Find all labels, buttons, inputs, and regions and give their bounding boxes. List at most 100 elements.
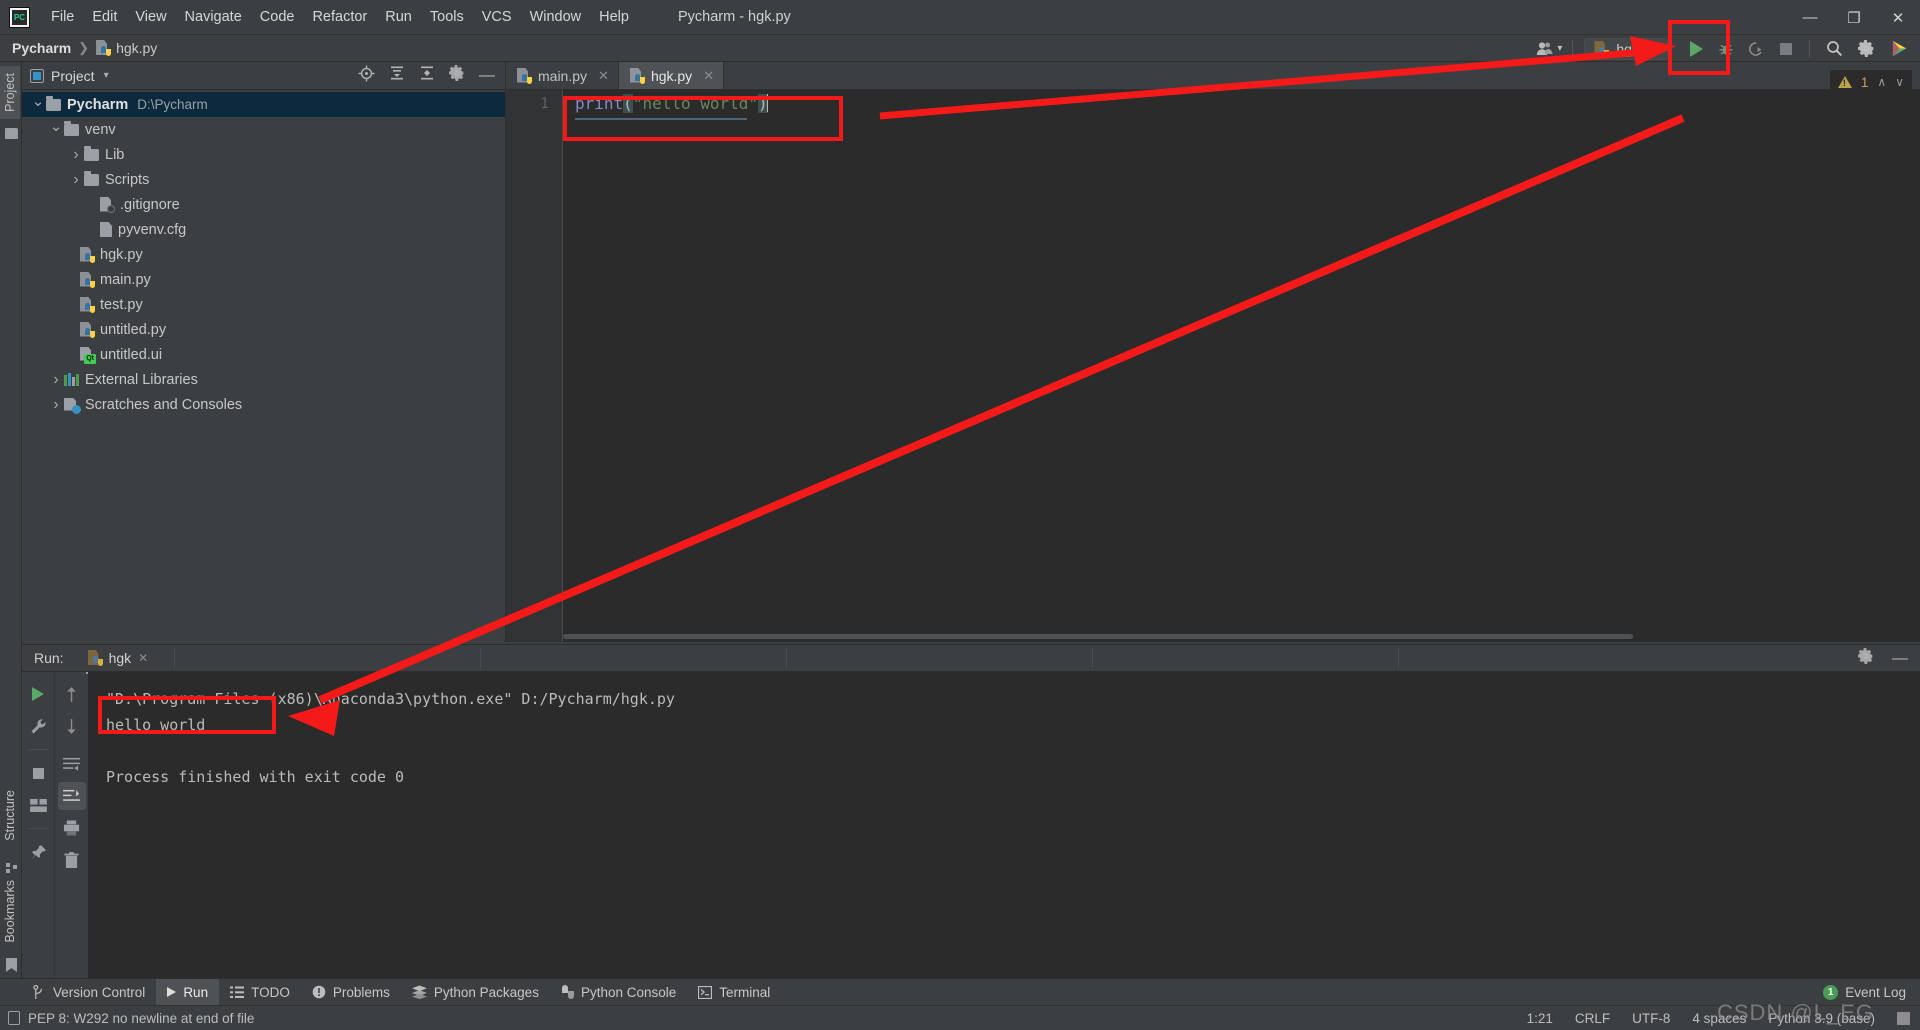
run-button[interactable] <box>1681 40 1711 57</box>
chevron-down-icon[interactable]: ▾ <box>104 70 109 81</box>
previous-problem-icon[interactable]: ∧ <box>1877 75 1886 89</box>
chevron-right-icon[interactable] <box>48 371 64 389</box>
bottom-tab-terminal[interactable]: Terminal <box>687 979 781 1006</box>
breadcrumb-separator: ❯ <box>78 40 90 55</box>
bottom-tab-python-console[interactable]: Python Console <box>550 979 687 1006</box>
chevron-down-icon[interactable] <box>48 121 64 139</box>
sidebar-tab-bookmarks[interactable]: Bookmarks <box>0 873 20 950</box>
menu-item-code[interactable]: Code <box>251 5 304 29</box>
tree-item-untitled-py[interactable]: untitled.py <box>22 317 505 342</box>
project-settings-button[interactable] <box>449 65 465 86</box>
close-icon[interactable]: ✕ <box>138 651 148 665</box>
code-token-open-paren: ( <box>623 94 633 113</box>
hide-panel-button[interactable]: — <box>479 67 495 83</box>
breadcrumb-file[interactable]: hgk.py <box>96 40 157 56</box>
scroll-to-end-button[interactable] <box>57 782 86 810</box>
code-editor[interactable]: print("hello world") <box>563 90 1920 642</box>
chevron-down-icon[interactable] <box>30 96 46 114</box>
updates-button[interactable] <box>1882 39 1916 58</box>
tree-item-main-py[interactable]: main.py <box>22 267 505 292</box>
tree-item-pycharm[interactable]: Pycharm D:\Pycharm <box>22 92 505 117</box>
close-button[interactable]: ✕ <box>1876 0 1920 35</box>
next-problem-icon[interactable]: ∨ <box>1895 75 1904 89</box>
memory-indicator-icon[interactable] <box>1897 1011 1910 1025</box>
close-icon[interactable]: ✕ <box>598 68 609 84</box>
menu-item-window[interactable]: Window <box>521 5 591 29</box>
account-button[interactable]: ▾ <box>1536 41 1562 56</box>
file-encoding[interactable]: UTF-8 <box>1632 1011 1670 1026</box>
bottom-tab-run[interactable]: Run <box>156 978 220 1006</box>
python-file-icon <box>96 40 112 56</box>
tree-item-test-py[interactable]: test.py <box>22 292 505 317</box>
menu-item-view[interactable]: View <box>126 5 175 29</box>
code-line-1[interactable]: print("hello world") <box>563 90 1920 118</box>
rerun-button[interactable] <box>24 680 52 708</box>
tree-item-label: Scratches and Consoles <box>85 396 243 413</box>
hide-run-panel-button[interactable]: — <box>1892 650 1908 666</box>
coverage-button[interactable] <box>1741 41 1771 57</box>
tree-item-gitignore[interactable]: .gitignore <box>22 192 505 217</box>
locate-file-button[interactable] <box>358 65 375 87</box>
minimize-button[interactable]: — <box>1788 0 1832 35</box>
menu-item-refactor[interactable]: Refactor <box>303 5 376 29</box>
tree-item-untitled-ui[interactable]: Qt untitled.ui <box>22 342 505 367</box>
tree-item-pyvenv-cfg[interactable]: pyvenv.cfg <box>22 217 505 242</box>
run-tab-hgk[interactable]: hgk ✕ <box>80 647 157 674</box>
breadcrumb-project[interactable]: Pycharm <box>12 40 71 56</box>
maximize-button[interactable]: ❐ <box>1832 0 1876 35</box>
close-icon[interactable]: ✕ <box>703 68 714 84</box>
event-log-button[interactable]: 1 Event Log <box>1823 984 1906 1000</box>
tree-item-scripts[interactable]: Scripts <box>22 167 505 192</box>
tree-item-external-libraries[interactable]: External Libraries <box>22 367 505 392</box>
menu-item-navigate[interactable]: Navigate <box>176 5 251 29</box>
soft-wrap-button[interactable] <box>58 750 86 778</box>
run-console-output[interactable]: "D:\Program Files (x86)\Anaconda3\python… <box>88 672 1920 978</box>
python-interpreter[interactable]: Python 3.9 (base) <box>1768 1011 1875 1026</box>
tree-item-hgk-py[interactable]: hgk.py <box>22 242 505 267</box>
debug-button[interactable] <box>1711 41 1741 57</box>
menu-item-help[interactable]: Help <box>590 5 638 29</box>
collapse-all-button[interactable] <box>419 65 435 86</box>
sidebar-tab-project[interactable]: Project <box>0 66 20 119</box>
chevron-right-icon[interactable] <box>68 171 84 189</box>
tree-item-lib[interactable]: Lib <box>22 142 505 167</box>
indent-setting[interactable]: 4 spaces <box>1692 1011 1746 1026</box>
editor-tab-hgk-py[interactable]: hgk.py ✕ <box>618 62 725 89</box>
menu-item-vcs[interactable]: VCS <box>473 5 521 29</box>
run-configuration-selector[interactable]: hgk ▾ <box>1584 37 1668 60</box>
tree-item-scratches-and-consoles[interactable]: Scratches and Consoles <box>22 392 505 417</box>
chevron-right-icon[interactable] <box>68 146 84 164</box>
editor-marker-stripe[interactable] <box>1907 90 1920 642</box>
bottom-tab-python-packages[interactable]: Python Packages <box>401 979 550 1006</box>
pin-tab-button[interactable] <box>24 838 52 866</box>
bottom-tab-version-control[interactable]: Version Control <box>22 979 156 1006</box>
chevron-right-icon[interactable] <box>48 396 64 414</box>
bottom-tab-todo[interactable]: TODO <box>219 979 301 1006</box>
sidebar-tab-structure[interactable]: Structure <box>0 783 20 848</box>
editor-gutter[interactable]: 1 <box>506 90 563 642</box>
editor-horizontal-scrollbar[interactable] <box>563 631 1920 642</box>
stop-process-button[interactable] <box>24 759 52 787</box>
line-separator[interactable]: CRLF <box>1575 1011 1610 1026</box>
chevron-down-icon: ▾ <box>1652 43 1658 54</box>
inspection-widget[interactable]: 1 ∧ ∨ <box>1829 70 1912 94</box>
menu-item-file[interactable]: File <box>42 5 83 29</box>
tree-item-venv[interactable]: venv <box>22 117 505 142</box>
settings-button[interactable] <box>1850 40 1882 57</box>
next-occurrence-button[interactable] <box>58 712 86 740</box>
menu-item-edit[interactable]: Edit <box>83 5 126 29</box>
stop-button[interactable] <box>1771 42 1801 55</box>
previous-occurrence-button[interactable] <box>58 680 86 708</box>
expand-all-button[interactable] <box>389 65 405 86</box>
menu-item-tools[interactable]: Tools <box>421 5 473 29</box>
clear-all-button[interactable] <box>58 846 86 874</box>
run-settings-button[interactable] <box>1858 648 1874 669</box>
layout-settings-button[interactable] <box>24 791 52 819</box>
menu-item-run[interactable]: Run <box>376 5 421 29</box>
caret-position[interactable]: 1:21 <box>1527 1011 1553 1026</box>
print-button[interactable] <box>58 814 86 842</box>
editor-tab-main-py[interactable]: main.py ✕ <box>506 62 619 89</box>
bottom-tab-problems[interactable]: Problems <box>301 979 401 1006</box>
search-button[interactable] <box>1818 40 1850 57</box>
edit-configuration-button[interactable] <box>24 712 52 740</box>
